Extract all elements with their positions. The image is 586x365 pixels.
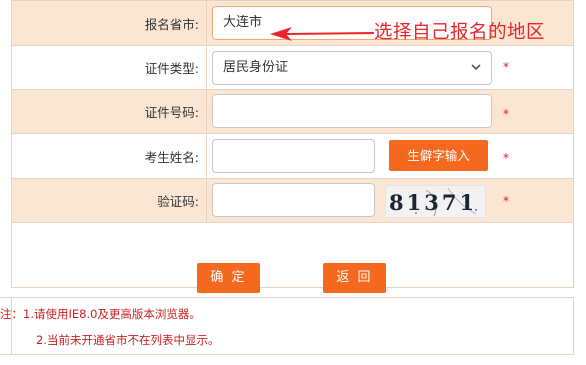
id-number-field-cell: * xyxy=(206,89,574,134)
rare-char-input-button[interactable]: 生僻字输入 xyxy=(389,140,488,171)
id-type-row: 证件类型: 居民身份证 * xyxy=(11,45,574,90)
note-line-2: 2.当前未开通省市不在列表中显示。 xyxy=(36,333,220,347)
required-mark: * xyxy=(503,151,509,165)
actions-row xyxy=(11,222,574,288)
note-line-1: 注：1.请使用IE8.0及更高版本浏览器。 xyxy=(0,307,201,321)
notes-left-border xyxy=(11,297,12,355)
region-label: 报名省市: xyxy=(11,0,207,46)
required-mark: * xyxy=(503,194,509,208)
name-label: 考生姓名: xyxy=(11,133,207,179)
captcha-label: 验证码: xyxy=(11,178,207,223)
name-field-cell: 生僻字输入 * xyxy=(206,133,574,179)
captcha-image[interactable]: 81371 xyxy=(385,185,486,218)
actions-cell xyxy=(11,222,574,288)
captcha-input[interactable] xyxy=(212,183,375,217)
id-number-label: 证件号码: xyxy=(11,89,207,134)
id-number-input[interactable] xyxy=(212,94,492,128)
back-button[interactable]: 返 回 xyxy=(323,263,386,293)
id-type-selected-value: 居民身份证 xyxy=(223,60,289,75)
required-mark: * xyxy=(503,107,509,121)
name-row: 考生姓名: 生僻字输入 * xyxy=(11,133,574,179)
id-type-select[interactable]: 居民身份证 xyxy=(212,51,492,85)
id-type-label: 证件类型: xyxy=(11,45,207,90)
chevron-down-icon xyxy=(471,64,481,71)
region-hint-annotation: 选择自己报名的地区 xyxy=(374,22,546,43)
id-type-field-cell: 居民身份证 * xyxy=(206,45,574,90)
arrow-left-icon xyxy=(270,27,375,41)
confirm-button[interactable]: 确 定 xyxy=(197,263,260,293)
captcha-field-cell: 81371 * xyxy=(206,178,574,223)
captcha-text: 81371 xyxy=(389,190,478,215)
notes-box: 注：1.请使用IE8.0及更高版本浏览器。 2.当前未开通省市不在列表中显示。 xyxy=(0,297,574,355)
id-number-row: 证件号码: * xyxy=(11,89,574,134)
required-mark: * xyxy=(503,60,509,74)
name-input[interactable] xyxy=(212,139,375,173)
captcha-row: 验证码: 81371 * xyxy=(11,178,574,223)
